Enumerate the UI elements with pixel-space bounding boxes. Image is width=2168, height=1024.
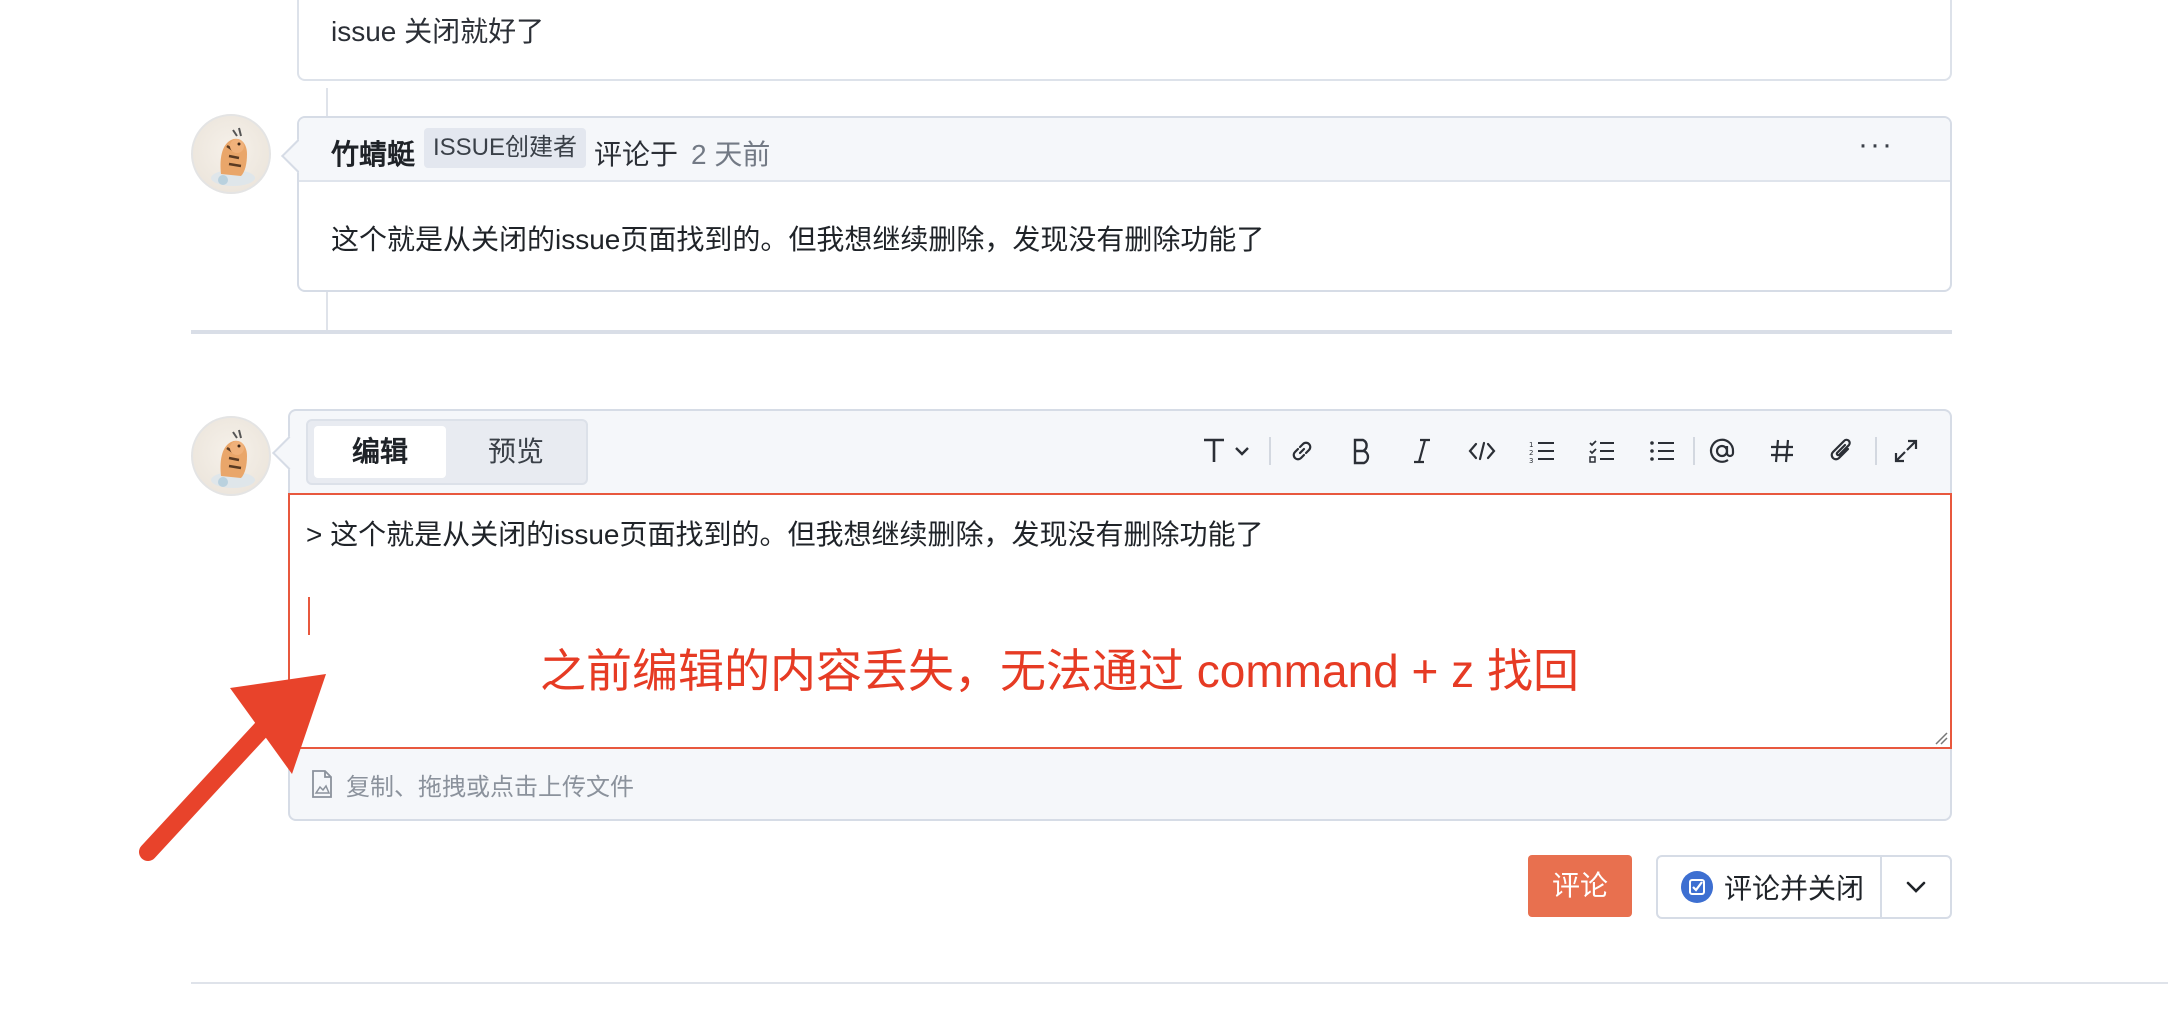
chevron-down-icon <box>1906 881 1926 893</box>
bold-icon[interactable] <box>1342 431 1382 471</box>
tab-preview[interactable]: 预览 <box>450 426 582 478</box>
bullet-list-icon[interactable] <box>1642 431 1682 471</box>
svg-text:2: 2 <box>1529 449 1533 457</box>
svg-text:1: 1 <box>1529 441 1533 449</box>
annotation-text: 之前编辑的内容丢失，无法通过 command + z 找回 <box>540 645 1579 697</box>
code-icon[interactable] <box>1462 431 1502 471</box>
task-list-icon[interactable] <box>1582 431 1622 471</box>
comment-and-close-label: 评论并关闭 <box>1724 873 1865 904</box>
toolbar-separator <box>1875 437 1877 465</box>
comment-header: 竹蜻蜓 ISSUE创建者 评论于 2 天前 ··· <box>299 118 1950 182</box>
comment-textarea[interactable]: > 这个就是从关闭的issue页面找到的。但我想继续删除，发现没有删除功能了 之… <box>288 493 1952 749</box>
toolbar-separator <box>1693 437 1695 465</box>
upload-hint: 复制、拖拽或点击上传文件 <box>346 773 634 801</box>
text-style-icon[interactable] <box>1198 431 1258 471</box>
comment-and-close-button[interactable]: 评论并关闭 <box>1658 857 1882 917</box>
more-actions-dropdown[interactable] <box>1882 857 1950 917</box>
comment-body: 这个就是从关闭的issue页面找到的。但我想继续删除，发现没有删除功能了 <box>331 224 1265 255</box>
tiger-avatar-icon <box>211 127 255 186</box>
section-divider <box>191 330 1952 334</box>
comment-editor: 编辑 预览 123 > 这个就是从关闭的issue页面找到的。但我想继续删除，发… <box>272 409 1952 821</box>
timeline-connector <box>326 88 328 116</box>
editor-pointer <box>272 436 306 470</box>
italic-icon[interactable] <box>1402 431 1442 471</box>
upload-area[interactable]: 复制、拖拽或点击上传文件 <box>310 766 634 802</box>
bottom-divider <box>191 982 2168 984</box>
comment-and-close-group: 评论并关闭 <box>1656 855 1952 919</box>
mention-icon[interactable] <box>1702 431 1742 471</box>
tab-edit[interactable]: 编辑 <box>314 426 446 478</box>
svg-text:3: 3 <box>1529 457 1533 463</box>
red-annotation-arrow-icon <box>139 674 326 861</box>
previous-comment-card: issue 关闭就好了 <box>297 0 1952 81</box>
editor-tabs: 编辑 预览 <box>306 419 588 485</box>
comment-timestamp[interactable]: 2 天前 <box>691 133 770 173</box>
resize-handle-icon[interactable] <box>1932 729 1948 745</box>
previous-comment-body: issue 关闭就好了 <box>331 16 545 47</box>
avatar[interactable] <box>191 416 271 496</box>
tiger-avatar-icon <box>211 429 255 488</box>
timeline-connector <box>326 292 328 330</box>
comment-button[interactable]: 评论 <box>1528 855 1632 917</box>
quoted-text: > 这个就是从关闭的issue页面找到的。但我想继续删除，发现没有删除功能了 <box>306 519 1264 550</box>
comment-action-label: 评论于 <box>594 139 679 170</box>
avatar[interactable] <box>191 114 271 194</box>
issue-creator-badge: ISSUE创建者 <box>424 128 587 168</box>
hash-icon[interactable] <box>1762 431 1802 471</box>
close-issue-icon <box>1681 871 1713 903</box>
fullscreen-icon[interactable] <box>1886 431 1926 471</box>
comment-card: 竹蜻蜓 ISSUE创建者 评论于 2 天前 ··· 这个就是从关闭的issue页… <box>281 116 1952 292</box>
text-caret <box>308 597 310 635</box>
attachment-icon[interactable] <box>1822 431 1862 471</box>
link-icon[interactable] <box>1282 431 1322 471</box>
comment-author[interactable]: 竹蜻蜓 <box>331 133 415 173</box>
ordered-list-icon[interactable]: 123 <box>1522 431 1562 471</box>
toolbar-separator <box>1269 437 1271 465</box>
more-options-icon[interactable]: ··· <box>1858 128 1894 162</box>
